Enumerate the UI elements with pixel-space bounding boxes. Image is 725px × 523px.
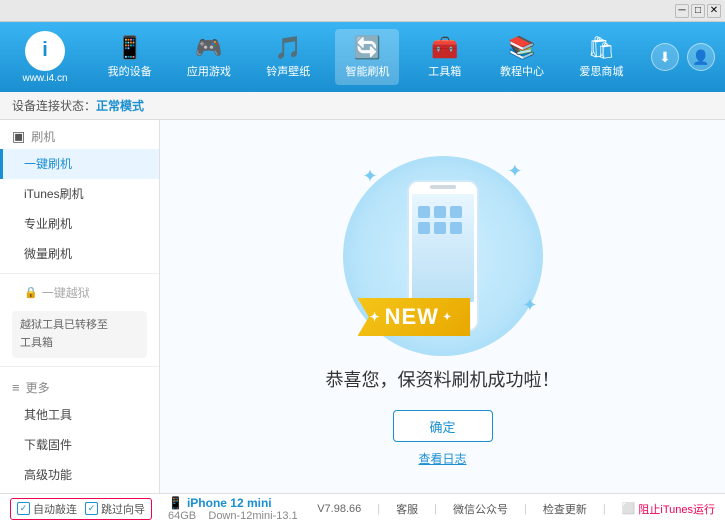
sidebar: ▣ 刷机 一键刷机 iTunes刷机 专业刷机 微量刷机 🔒 一键越狱 越狱工具… bbox=[0, 120, 160, 493]
user-button[interactable]: 👤 bbox=[687, 43, 715, 71]
nav-ringtones[interactable]: 🎵 铃声壁纸 bbox=[256, 29, 320, 85]
my-device-icon: 📱 bbox=[116, 35, 143, 61]
star-left-icon: ✦ bbox=[370, 310, 381, 324]
nav-bar: 📱 我的设备 🎮 应用游戏 🎵 铃声壁纸 🔄 智能刷机 🧰 工具箱 📚 教程中心… bbox=[90, 29, 641, 85]
bottom-bar: ✓ 自动敲连 ✓ 跳过向导 📱 iPhone 12 mini 64GB Down… bbox=[0, 493, 725, 523]
wechat-link[interactable]: 微信公众号 bbox=[453, 501, 508, 517]
flash-section-icon: ▣ bbox=[12, 128, 25, 145]
checkbox-auto-connect-label: 自动敲连 bbox=[33, 501, 77, 517]
device-info: 📱 iPhone 12 mini 64GB Down-12mini-13.1 bbox=[168, 496, 298, 522]
lock-icon: 🔒 bbox=[24, 286, 38, 299]
logo-url: www.i4.cn bbox=[22, 73, 67, 84]
nav-smart-flash[interactable]: 🔄 智能刷机 bbox=[335, 29, 399, 85]
nav-toolbox-label: 工具箱 bbox=[428, 63, 461, 79]
phone-icon: 📱 bbox=[168, 496, 183, 510]
nav-appstore[interactable]: 🛍 爱思商城 bbox=[569, 29, 633, 85]
sidebar-itunes[interactable]: iTunes刷机 bbox=[0, 179, 159, 209]
checkbox-auto-connect-box[interactable]: ✓ bbox=[17, 502, 30, 515]
version-label: V7.98.66 bbox=[317, 503, 361, 515]
smart-flash-icon: 🔄 bbox=[354, 35, 381, 61]
nav-ringtones-label: 铃声壁纸 bbox=[266, 63, 310, 79]
title-bar: ─ □ ✕ bbox=[0, 0, 725, 22]
ringtones-icon: 🎵 bbox=[275, 35, 302, 61]
status-bar: 设备连接状态： 正常模式 bbox=[0, 92, 725, 120]
warning-icon: ⬜ bbox=[622, 502, 636, 515]
customer-service-link[interactable]: 客服 bbox=[396, 501, 418, 517]
header: i www.i4.cn 📱 我的设备 🎮 应用游戏 🎵 铃声壁纸 🔄 智能刷机 … bbox=[0, 22, 725, 92]
new-badge: ✦ NEW ✦ bbox=[358, 298, 471, 336]
device-name: 📱 iPhone 12 mini bbox=[168, 496, 298, 510]
check-update-link[interactable]: 检查更新 bbox=[543, 501, 587, 517]
nav-toolbox[interactable]: 🧰 工具箱 bbox=[415, 29, 475, 85]
sparkle-icon-1: ✦ bbox=[363, 166, 378, 187]
checkbox-group: ✓ 自动敲连 ✓ 跳过向导 bbox=[10, 498, 152, 520]
header-right: ⬇ 👤 bbox=[651, 43, 715, 71]
more-icon: ≡ bbox=[12, 380, 20, 395]
sidebar-pro-flash[interactable]: 专业刷机 bbox=[0, 209, 159, 239]
success-text: 恭喜您，保资料刷机成功啦！ bbox=[326, 366, 560, 392]
goto-log-link[interactable]: 查看日志 bbox=[418, 450, 466, 467]
sidebar-save-data[interactable]: 微量刷机 bbox=[0, 239, 159, 269]
checkbox-skip-guide-label: 跳过向导 bbox=[101, 501, 145, 517]
nav-smart-flash-label: 智能刷机 bbox=[345, 63, 389, 79]
bottom-left: ✓ 自动敲连 ✓ 跳过向导 📱 iPhone 12 mini 64GB Down… bbox=[10, 496, 317, 522]
jailbreak-notice: 越狱工具已转移至工具箱 bbox=[12, 311, 147, 358]
device-details: 64GB Down-12mini-13.1 bbox=[168, 510, 298, 522]
maximize-button[interactable]: □ bbox=[691, 4, 705, 18]
nav-appstore-label: 爱思商城 bbox=[579, 63, 623, 79]
star-right-icon: ✦ bbox=[443, 312, 452, 323]
apps-games-icon: 🎮 bbox=[195, 35, 222, 61]
itunes-notice: ⬜ 阻止iTunes运行 bbox=[622, 501, 715, 517]
sidebar-divider-1 bbox=[0, 273, 159, 274]
nav-apps-games-label: 应用游戏 bbox=[187, 63, 231, 79]
sidebar-advanced[interactable]: 高级功能 bbox=[0, 460, 159, 490]
minimize-button[interactable]: ─ bbox=[675, 4, 689, 18]
checkbox-skip-guide[interactable]: ✓ 跳过向导 bbox=[85, 501, 145, 517]
logo-area: i www.i4.cn bbox=[10, 31, 80, 84]
nav-tutorial-label: 教程中心 bbox=[500, 63, 544, 79]
checkbox-auto-connect[interactable]: ✓ 自动敲连 bbox=[17, 501, 77, 517]
illustration-area: ✦ ✦ ✦ bbox=[303, 146, 583, 366]
sidebar-other-tools[interactable]: 其他工具 bbox=[0, 400, 159, 430]
nav-apps-games[interactable]: 🎮 应用游戏 bbox=[177, 29, 241, 85]
bottom-right: V7.98.66 | 客服 | 微信公众号 | 检查更新 | ⬜ 阻止iTune… bbox=[317, 501, 715, 517]
toolbox-icon: 🧰 bbox=[431, 35, 458, 61]
checkbox-skip-guide-box[interactable]: ✓ bbox=[85, 502, 98, 515]
sidebar-one-click[interactable]: 一键刷机 bbox=[0, 149, 159, 179]
sparkle-icon-3: ✦ bbox=[522, 295, 537, 316]
sidebar-jailbreak-disabled: 🔒 一键越狱 bbox=[0, 278, 159, 307]
nav-my-device-label: 我的设备 bbox=[108, 63, 152, 79]
sidebar-download-fw[interactable]: 下载固件 bbox=[0, 430, 159, 460]
download-button[interactable]: ⬇ bbox=[651, 43, 679, 71]
confirm-button[interactable]: 确定 bbox=[393, 410, 493, 442]
content-area: ✦ ✦ ✦ bbox=[160, 120, 725, 493]
sparkle-icon-2: ✦ bbox=[507, 161, 522, 182]
nav-my-device[interactable]: 📱 我的设备 bbox=[98, 29, 162, 85]
appstore-icon: 🛍 bbox=[587, 35, 615, 61]
nav-tutorial[interactable]: 📚 教程中心 bbox=[490, 29, 554, 85]
sidebar-divider-2 bbox=[0, 366, 159, 367]
logo-icon: i bbox=[25, 31, 65, 71]
tutorial-icon: 📚 bbox=[508, 35, 535, 61]
more-section-title: ≡ 更多 bbox=[0, 371, 159, 400]
close-button[interactable]: ✕ bbox=[707, 4, 721, 18]
status-value: 正常模式 bbox=[96, 97, 144, 114]
status-label: 设备连接状态： bbox=[12, 97, 96, 114]
flash-section-title: ▣ 刷机 bbox=[0, 120, 159, 149]
main-layout: ▣ 刷机 一键刷机 iTunes刷机 专业刷机 微量刷机 🔒 一键越狱 越狱工具… bbox=[0, 120, 725, 493]
